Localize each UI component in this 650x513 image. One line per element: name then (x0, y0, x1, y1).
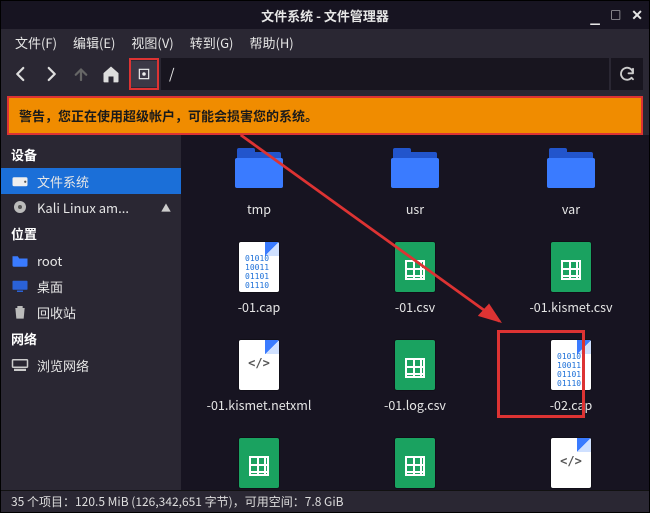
menu-edit[interactable]: 编辑(E) (67, 30, 121, 55)
file-name: -01.kismet.netxml (207, 395, 312, 414)
file-name: usr (406, 199, 424, 218)
body: 设备 文件系统 Kali Linux am... ▲ 位置 root (1, 135, 649, 490)
folder-icon (235, 150, 283, 188)
file-icon-wrap (543, 241, 599, 293)
file-grid: tmp usr var 01010100110110101110 -01.cap -01.… (181, 135, 649, 490)
content-area[interactable]: tmp usr var 01010100110110101110 -01.cap -01.… (181, 135, 649, 490)
file-name: -02.cap (550, 395, 593, 414)
file-item[interactable]: 01010100110110101110 -02.cap (493, 337, 649, 427)
file-icon-wrap (387, 339, 443, 391)
menu-view[interactable]: 视图(V) (125, 30, 179, 55)
sidebar: 设备 文件系统 Kali Linux am... ▲ 位置 root (1, 135, 181, 490)
file-item[interactable]: -02.kismet.csv (337, 435, 493, 490)
folder-icon (391, 150, 439, 188)
file-item[interactable]: -01.kismet.csv (493, 239, 649, 329)
file-name: tmp (247, 199, 271, 218)
file-icon-wrap: </> (231, 339, 287, 391)
file-name: var (562, 199, 580, 218)
file-item[interactable]: 01010100110110101110 -01.cap (181, 239, 337, 329)
sidebar-item-root[interactable]: root (1, 247, 181, 273)
spreadsheet-icon (239, 438, 279, 488)
menu-goto[interactable]: 转到(G) (184, 30, 240, 55)
file-name: -01.log.csv (384, 395, 446, 414)
file-item[interactable]: -01.log.csv (337, 337, 493, 427)
reload-button[interactable] (611, 58, 643, 90)
path-toggle-button[interactable] (131, 61, 157, 87)
file-icon-wrap: 01010100110110101110 (543, 339, 599, 391)
file-item[interactable]: var (493, 141, 649, 231)
sidebar-item-label: 回收站 (37, 303, 171, 322)
spreadsheet-icon (395, 340, 435, 390)
file-name: -01.cap (238, 297, 281, 316)
eject-icon[interactable]: ▲ (161, 200, 171, 215)
address-bar[interactable]: / (161, 58, 609, 90)
xml-file-icon: </> (551, 438, 591, 488)
sidebar-item-browse-network[interactable]: 浏览网络 (1, 352, 181, 378)
spreadsheet-icon (395, 242, 435, 292)
file-icon-wrap (387, 437, 443, 489)
sidebar-item-label: 文件系统 (37, 172, 171, 191)
titlebar: 文件系统 - 文件管理器 _ □ ✕ (1, 1, 649, 29)
folder-icon (547, 150, 595, 188)
file-name: -01.csv (395, 297, 435, 316)
file-item[interactable]: -02.csv (181, 435, 337, 490)
file-icon-wrap (387, 143, 443, 195)
folder-icon (11, 252, 29, 268)
maximize-button[interactable]: □ (610, 7, 621, 23)
trash-icon (11, 304, 29, 320)
sidebar-header-network: 网络 (1, 325, 181, 352)
file-icon-wrap (231, 143, 287, 195)
sidebar-item-label: root (37, 251, 171, 270)
sidebar-item-trash[interactable]: 回收站 (1, 299, 181, 325)
minimize-button[interactable]: _ (590, 10, 600, 20)
window-title: 文件系统 - 文件管理器 (261, 6, 389, 25)
statusbar: 35 个项目：120.5 MiB (126,342,651 字节)，可用空间：7… (1, 490, 649, 512)
menubar: 文件(F) 编辑(E) 视图(V) 转到(G) 帮助(H) (1, 29, 649, 55)
file-item[interactable]: tmp (181, 141, 337, 231)
file-item[interactable]: </> -01.kismet.netxml (181, 337, 337, 427)
sidebar-header-places: 位置 (1, 220, 181, 247)
menu-help[interactable]: 帮助(H) (243, 30, 299, 55)
file-item[interactable]: -01.csv (337, 239, 493, 329)
file-item[interactable]: usr (337, 141, 493, 231)
drive-icon (11, 173, 29, 189)
file-icon-wrap (543, 143, 599, 195)
sidebar-header-devices: 设备 (1, 141, 181, 168)
sidebar-item-label: 桌面 (37, 277, 171, 296)
capture-file-icon: 01010100110110101110 (239, 242, 279, 292)
file-icon-wrap: </> (543, 437, 599, 489)
file-icon-wrap: 01010100110110101110 (231, 241, 287, 293)
up-button[interactable] (67, 60, 95, 88)
sidebar-item-iso[interactable]: Kali Linux am... ▲ (1, 194, 181, 220)
file-manager-window: 文件系统 - 文件管理器 _ □ ✕ 文件(F) 编辑(E) 视图(V) 转到(… (0, 0, 650, 513)
path-bar-highlight (129, 58, 159, 90)
spreadsheet-icon (551, 242, 591, 292)
close-button[interactable]: ✕ (631, 5, 643, 25)
sidebar-item-filesystem[interactable]: 文件系统 (1, 168, 181, 194)
window-controls: _ □ ✕ (590, 1, 643, 29)
desktop-icon (11, 278, 29, 294)
spreadsheet-icon (395, 438, 435, 488)
file-item[interactable]: </>-02.kismet.netxml (493, 435, 649, 490)
xml-file-icon: </> (239, 340, 279, 390)
home-button[interactable] (97, 60, 125, 88)
file-name: -01.kismet.csv (529, 297, 612, 316)
network-drive-icon (11, 357, 29, 373)
sidebar-item-desktop[interactable]: 桌面 (1, 273, 181, 299)
warning-wrap: 警告，您正在使用超级帐户，可能会损害您的系统。 (1, 93, 649, 135)
back-button[interactable] (7, 60, 35, 88)
sidebar-item-label: 浏览网络 (37, 356, 171, 375)
capture-file-icon: 01010100110110101110 (551, 340, 591, 390)
forward-button[interactable] (37, 60, 65, 88)
file-icon-wrap (387, 241, 443, 293)
statusbar-text: 35 个项目：120.5 MiB (126,342,651 字节)，可用空间：7… (11, 493, 344, 510)
sidebar-item-label: Kali Linux am... (37, 198, 153, 217)
superuser-warning: 警告，您正在使用超级帐户，可能会损害您的系统。 (7, 96, 643, 135)
menu-file[interactable]: 文件(F) (9, 30, 63, 55)
disc-icon (11, 199, 29, 215)
file-icon-wrap (231, 437, 287, 489)
toolbar: / (1, 55, 649, 93)
